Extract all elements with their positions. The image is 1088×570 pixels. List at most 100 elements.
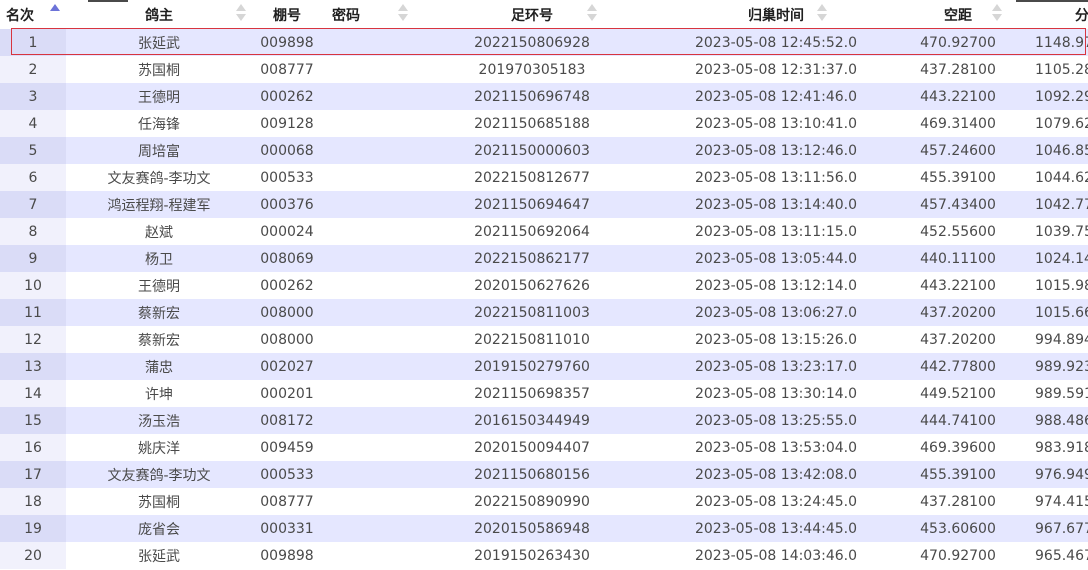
- column-header-shed[interactable]: 棚号: [252, 0, 344, 29]
- cell-ring: 201970305183: [412, 56, 652, 83]
- table-row[interactable]: 10 王德明 000262 2020150627626 2023-05-08 13:12…: [0, 272, 1088, 299]
- table-row[interactable]: 19 庞省会 000331 2020150586948 2023-05-08 13:44…: [0, 515, 1088, 542]
- cell-shed: 008000: [252, 326, 322, 353]
- cell-distance: 453.60600: [900, 515, 1016, 542]
- cell-ring: 2019150263430: [412, 542, 652, 569]
- cell-rank: 18: [0, 488, 66, 515]
- cell-distance: 449.52100: [900, 380, 1016, 407]
- cell-owner: 苏国桐: [66, 56, 252, 83]
- cell-return-time: 2023-05-08 13:24:45.0: [652, 488, 900, 515]
- cell-shed: 000068: [252, 137, 322, 164]
- table-row[interactable]: 17 文友赛鸽-李功文 000533 2021150680156 2023-05-08 …: [0, 461, 1088, 488]
- table-row[interactable]: 18 苏国桐 008777 2022150890990 2023-05-08 13:24…: [0, 488, 1088, 515]
- cell-rank: 14: [0, 380, 66, 407]
- cell-return-time: 2023-05-08 12:45:52.0: [652, 29, 900, 56]
- cell-speed: 989.59140: [1016, 380, 1088, 407]
- cell-rank: 5: [0, 137, 66, 164]
- cell-distance: 452.55600: [900, 218, 1016, 245]
- table-row[interactable]: 1 张延武 009898 2022150806928 2023-05-08 12:45:…: [0, 29, 1088, 56]
- cell-owner: 王德明: [66, 272, 252, 299]
- cell-shed: 009898: [252, 29, 322, 56]
- table-row[interactable]: 4 任海锋 009128 2021150685188 2023-05-08 13:10:…: [0, 110, 1088, 137]
- table-row[interactable]: 15 汤玉浩 008172 2016150344949 2023-05-08 13:25…: [0, 407, 1088, 434]
- cell-owner: 周培富: [66, 137, 252, 164]
- cell-code: [322, 542, 412, 569]
- cell-shed: 008777: [252, 56, 322, 83]
- race-results-table: 名次 鸽主 棚号 密码 足环号 归巢时间 空距 分 1 张延武 009898 2…: [0, 0, 1088, 569]
- table-row[interactable]: 9 杨卫 008069 2022150862177 2023-05-08 13:05:4…: [0, 245, 1088, 272]
- column-header-distance[interactable]: 空距: [900, 0, 1016, 29]
- table-row[interactable]: 6 文友赛鸽-李功文 000533 2022150812677 2023-05-08 1…: [0, 164, 1088, 191]
- column-header-speed[interactable]: 分速: [1016, 0, 1088, 29]
- cell-code: [322, 83, 412, 110]
- table-row[interactable]: 16 姚庆洋 009459 2020150094407 2023-05-08 13:53…: [0, 434, 1088, 461]
- cell-return-time: 2023-05-08 13:12:46.0: [652, 137, 900, 164]
- column-header-return-time-label: 归巢时间: [748, 7, 804, 24]
- cell-ring: 2020150094407: [412, 434, 652, 461]
- table-row[interactable]: 14 许坤 000201 2021150698357 2023-05-08 13:30:…: [0, 380, 1088, 407]
- table-row[interactable]: 8 赵斌 000024 2021150692064 2023-05-08 13:11:1…: [0, 218, 1088, 245]
- cell-distance: 469.39600: [900, 434, 1016, 461]
- column-header-distance-label: 空距: [944, 7, 972, 24]
- cell-code: [322, 461, 412, 488]
- cell-code: [322, 407, 412, 434]
- cell-return-time: 2023-05-08 13:15:26.0: [652, 326, 900, 353]
- cell-owner: 庞省会: [66, 515, 252, 542]
- cell-code: [322, 380, 412, 407]
- table-row[interactable]: 5 周培富 000068 2021150000603 2023-05-08 13:12:…: [0, 137, 1088, 164]
- table-row[interactable]: 2 苏国桐 008777 201970305183 2023-05-08 12:31:3…: [0, 56, 1088, 83]
- cell-ring: 2022150862177: [412, 245, 652, 272]
- cell-rank: 1: [0, 29, 66, 56]
- cell-shed: 000262: [252, 272, 322, 299]
- column-header-return-time[interactable]: 归巢时间: [652, 0, 900, 29]
- column-header-rank[interactable]: 名次: [0, 0, 66, 29]
- cell-shed: 000376: [252, 191, 322, 218]
- column-header-code-label: 密码: [332, 7, 360, 24]
- cell-distance: 437.20200: [900, 299, 1016, 326]
- cell-return-time: 2023-05-08 13:05:44.0: [652, 245, 900, 272]
- cell-shed: 009898: [252, 542, 322, 569]
- cell-owner: 蒲忠: [66, 353, 252, 380]
- cell-return-time: 2023-05-08 13:11:56.0: [652, 164, 900, 191]
- column-header-owner[interactable]: 鸽主: [66, 0, 252, 29]
- cell-owner: 张延武: [66, 542, 252, 569]
- cell-distance: 442.77800: [900, 353, 1016, 380]
- cell-ring: 2019150279760: [412, 353, 652, 380]
- table-row[interactable]: 12 蔡新宏 008000 2022150811010 2023-05-08 13:15…: [0, 326, 1088, 353]
- column-header-ring[interactable]: 足环号: [412, 0, 652, 29]
- table-row[interactable]: 11 蔡新宏 008000 2022150811003 2023-05-08 13:06…: [0, 299, 1088, 326]
- cell-owner: 张延武: [66, 29, 252, 56]
- cell-rank: 9: [0, 245, 66, 272]
- column-header-ring-label: 足环号: [511, 7, 553, 24]
- table-row[interactable]: 7 鸿运程翔-程建军 000376 2021150694647 2023-05-08 1…: [0, 191, 1088, 218]
- cell-distance: 469.31400: [900, 110, 1016, 137]
- table-row[interactable]: 20 张延武 009898 2019150263430 2023-05-08 14:03…: [0, 542, 1088, 569]
- cell-rank: 20: [0, 542, 66, 569]
- cell-distance: 470.92700: [900, 542, 1016, 569]
- cell-code: [322, 137, 412, 164]
- table-row[interactable]: 3 王德明 000262 2021150696748 2023-05-08 12:41:…: [0, 83, 1088, 110]
- cell-speed: 1105.28130: [1016, 56, 1088, 83]
- cell-shed: 008000: [252, 299, 322, 326]
- cell-speed: 994.89480: [1016, 326, 1088, 353]
- table-header-row: 名次 鸽主 棚号 密码 足环号 归巢时间 空距 分: [0, 0, 1088, 29]
- cell-shed: 008172: [252, 407, 322, 434]
- table-row[interactable]: 13 蒲忠 002027 2019150279760 2023-05-08 13:23:…: [0, 353, 1088, 380]
- cell-return-time: 2023-05-08 13:10:41.0: [652, 110, 900, 137]
- cell-ring: 2021150680156: [412, 461, 652, 488]
- cell-return-time: 2023-05-08 12:41:46.0: [652, 83, 900, 110]
- table-body: 1 张延武 009898 2022150806928 2023-05-08 12:45:…: [0, 29, 1088, 569]
- cell-speed: 1015.98730: [1016, 272, 1088, 299]
- cell-code: [322, 164, 412, 191]
- cell-speed: 988.48640: [1016, 407, 1088, 434]
- column-header-code[interactable]: 密码: [322, 0, 412, 29]
- cell-distance: 457.24600: [900, 137, 1016, 164]
- cell-speed: 1092.29780: [1016, 83, 1088, 110]
- cell-speed: 1044.62820: [1016, 164, 1088, 191]
- cell-speed: 1046.85030: [1016, 137, 1088, 164]
- cell-shed: 009128: [252, 110, 322, 137]
- cell-distance: 443.22100: [900, 272, 1016, 299]
- header-divider: [88, 0, 128, 2]
- cell-shed: 000533: [252, 164, 322, 191]
- cell-return-time: 2023-05-08 13:23:17.0: [652, 353, 900, 380]
